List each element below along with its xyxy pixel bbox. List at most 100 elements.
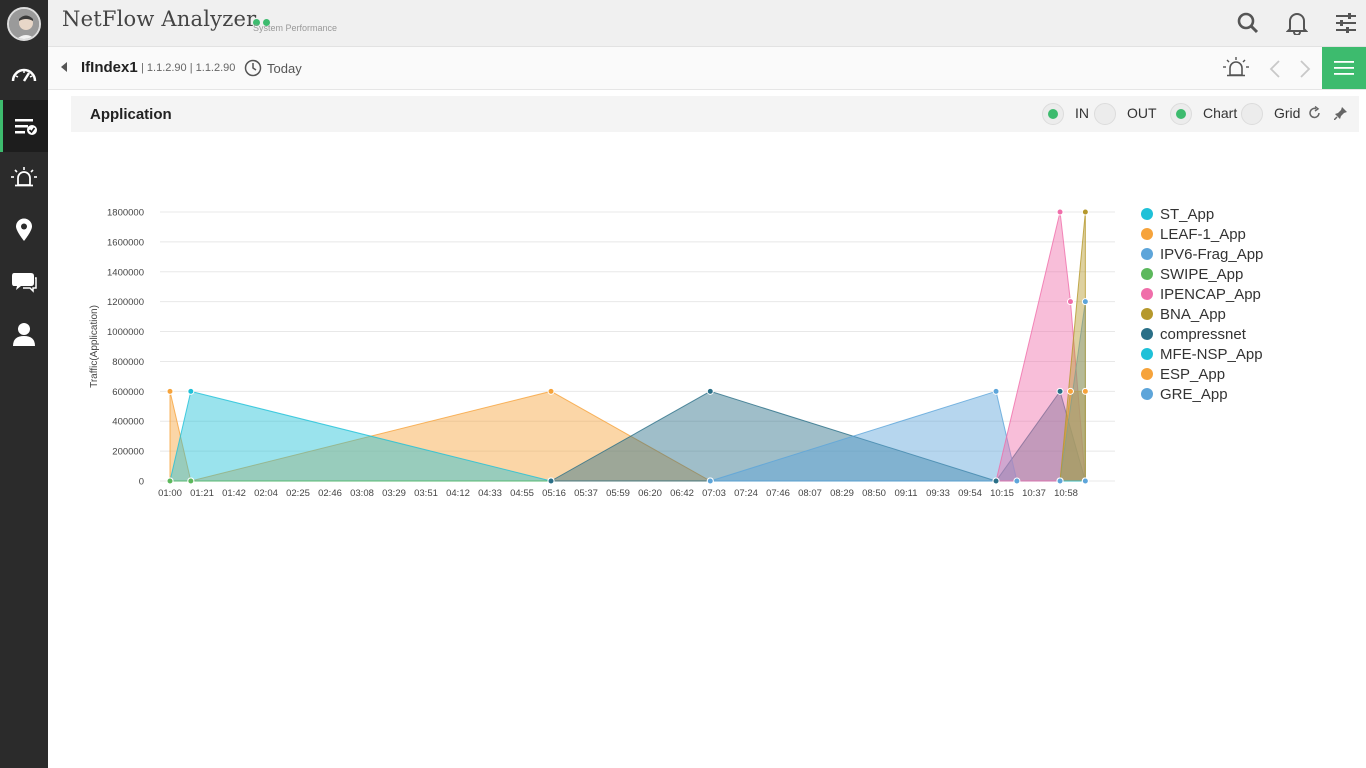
back-arrow-icon[interactable] (61, 62, 67, 72)
x-tick-label: 10:15 (990, 488, 1014, 499)
x-tick-label: 10:58 (1054, 488, 1078, 499)
x-tick-label: 03:51 (414, 488, 438, 499)
search-icon (1237, 12, 1259, 34)
settings-button[interactable] (1332, 9, 1360, 37)
data-point-compressnet (706, 387, 714, 395)
x-tick-label: 06:42 (670, 488, 694, 499)
sidebar-item-chat[interactable] (0, 256, 48, 308)
sidebar-item-user[interactable] (0, 308, 48, 360)
hamburger-icon (1334, 61, 1354, 75)
location-icon (16, 218, 32, 241)
chart-legend: ST_App LEAF-1_App IPV6-Frag_App SWIPE_App IP… (1141, 204, 1263, 404)
x-tick-label: 01:21 (190, 488, 214, 499)
x-tick-label: 09:33 (926, 488, 950, 499)
y-tick-label: 1800000 (107, 208, 144, 219)
data-point-esp_app (1066, 387, 1074, 395)
sidebar (0, 0, 48, 768)
toggle-in-label[interactable]: IN (1075, 105, 1089, 121)
legend-item[interactable]: LEAF-1_App (1141, 224, 1263, 244)
x-tick-label: 06:20 (638, 488, 662, 499)
legend-swatch (1141, 208, 1153, 220)
data-point-ipencap_app (1066, 298, 1074, 306)
legend-label: SWIPE_App (1160, 265, 1244, 283)
alarm-icon[interactable] (1223, 57, 1249, 79)
x-tick-label: 02:25 (286, 488, 310, 499)
toggle-chart-label[interactable]: Chart (1203, 105, 1237, 121)
x-tick-label: 08:29 (830, 488, 854, 499)
panel-title: Application (90, 106, 172, 123)
legend-label: GRE_App (1160, 385, 1228, 403)
legend-swatch (1141, 288, 1153, 300)
search-button[interactable] (1234, 9, 1262, 37)
toggle-chart[interactable] (1170, 103, 1192, 125)
status-label: System Performance (253, 23, 338, 33)
legend-item[interactable]: ST_App (1141, 204, 1263, 224)
avatar[interactable] (7, 7, 41, 41)
data-point-ipv6-frag_app (992, 387, 1000, 395)
chat-icon (12, 273, 37, 293)
x-tick-label: 10:37 (1022, 488, 1046, 499)
data-point-leaf-1_app (547, 387, 555, 395)
y-tick-label: 1600000 (107, 237, 144, 248)
interface-bar: IfIndex1 | 1.1.2.90 | 1.1.2.90 Today (48, 47, 1366, 90)
toggle-out[interactable] (1094, 103, 1116, 125)
y-tick-label: 1200000 (107, 297, 144, 308)
y-tick-label: 1400000 (107, 267, 144, 278)
legend-item[interactable]: ESP_App (1141, 364, 1263, 384)
legend-swatch (1141, 328, 1153, 340)
legend-swatch (1141, 348, 1153, 360)
sidebar-item-inventory[interactable] (0, 100, 48, 152)
legend-swatch (1141, 308, 1153, 320)
x-tick-label: 09:54 (958, 488, 982, 499)
legend-swatch (1141, 228, 1153, 240)
x-tick-label: 01:00 (158, 488, 182, 499)
x-tick-label: 02:04 (254, 488, 278, 499)
x-tick-label: 04:55 (510, 488, 534, 499)
toggle-grid-label[interactable]: Grid (1274, 105, 1300, 121)
legend-item[interactable]: IPV6-Frag_App (1141, 244, 1263, 264)
data-point-gre_app (1081, 298, 1089, 306)
y-tick-label: 0 (139, 477, 144, 488)
notifications-button[interactable] (1283, 9, 1311, 37)
data-point-esp_app (1081, 387, 1089, 395)
y-axis-title: Traffic(Application) (89, 305, 100, 388)
menu-button[interactable] (1322, 47, 1366, 89)
toggle-grid[interactable] (1241, 103, 1263, 125)
sidebar-item-location[interactable] (0, 204, 48, 256)
data-point-bna_app (1081, 208, 1089, 216)
legend-label: MFE-NSP_App (1160, 345, 1263, 363)
interface-ips: | 1.1.2.90 | 1.1.2.90 (141, 62, 236, 74)
x-tick-label: 01:42 (222, 488, 246, 499)
y-tick-label: 200000 (112, 447, 144, 458)
legend-item[interactable]: MFE-NSP_App (1141, 344, 1263, 364)
data-point-compressnet (1056, 387, 1064, 395)
data-point-leaf-1_app (166, 387, 174, 395)
app-title: NetFlow Analyzer (62, 7, 257, 31)
x-tick-label: 02:46 (318, 488, 342, 499)
sidebar-item-dashboard[interactable] (0, 48, 48, 100)
legend-item[interactable]: SWIPE_App (1141, 264, 1263, 284)
x-tick-label: 09:11 (894, 488, 917, 499)
legend-label: BNA_App (1160, 305, 1226, 323)
chevron-left-icon[interactable] (1269, 60, 1281, 78)
x-tick-label: 05:37 (574, 488, 598, 499)
data-point-compressnet (547, 477, 555, 485)
toggle-in[interactable] (1042, 103, 1064, 125)
data-point-compressnet (992, 477, 1000, 485)
bell-icon (1286, 13, 1308, 35)
sidebar-item-alarms[interactable] (0, 152, 48, 204)
user-icon (13, 323, 35, 346)
toggle-out-label[interactable]: OUT (1127, 105, 1157, 121)
legend-item[interactable]: compressnet (1141, 324, 1263, 344)
data-point-gre_app (1081, 477, 1089, 485)
legend-item[interactable]: BNA_App (1141, 304, 1263, 324)
time-period-selector[interactable]: Today (267, 61, 302, 76)
legend-item[interactable]: IPENCAP_App (1141, 284, 1263, 304)
chevron-right-icon[interactable] (1299, 60, 1311, 78)
legend-item[interactable]: GRE_App (1141, 384, 1263, 404)
pin-icon[interactable] (1334, 106, 1348, 120)
settings-icon (1336, 13, 1356, 33)
alarm-icon (11, 167, 37, 187)
interface-name[interactable]: IfIndex1 (81, 59, 138, 76)
refresh-icon[interactable] (1308, 106, 1322, 120)
